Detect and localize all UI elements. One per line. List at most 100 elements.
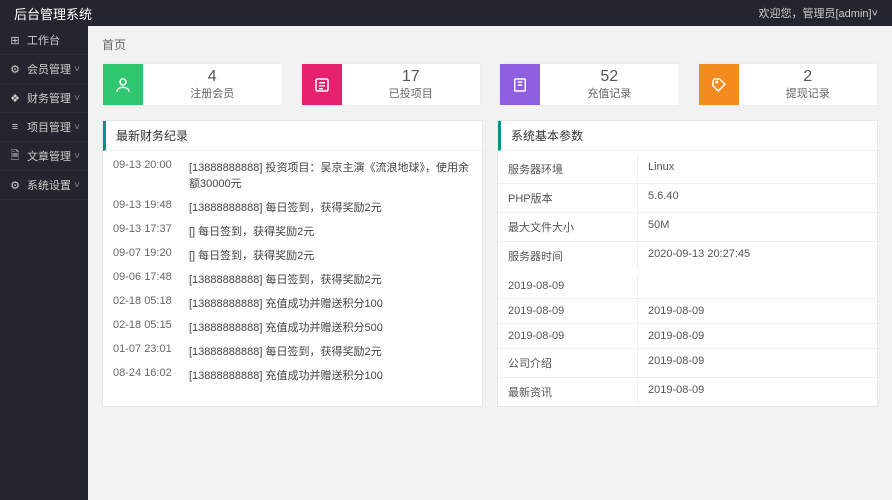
system-row: 服务器环境Linux [498,155,877,184]
system-value: 50M [638,213,877,241]
finance-text: [13888888888] 投资项目：吴京主演《流浪地球》，使用余额30000元 [173,159,472,191]
stat-card-0[interactable]: 4注册会员 [102,63,283,106]
sidebar-icon: 🗎 [8,149,22,163]
sidebar-icon: ⚙ [8,178,22,192]
finance-row: 08-24 16:02[13888888888] 充值成功并赠送积分100 [103,363,482,387]
stat-label: 提现记录 [786,85,830,101]
system-key: 服务器环境 [498,155,638,183]
extra-left: 公司介绍 [498,349,638,377]
finance-time: 08-24 16:02 [113,367,173,383]
stat-body: 52充值记录 [540,64,679,105]
system-key: PHP版本 [498,184,638,212]
finance-time: 09-13 20:00 [113,159,173,191]
user-menu[interactable]: 欢迎您，管理员[admin]˅ [758,5,878,21]
sidebar-icon: ❖ [8,91,22,105]
extra-left: 2019-08-09 [498,299,638,323]
stat-card-1[interactable]: 17已投项目 [301,63,482,106]
main-content: 首页 4注册会员 17已投项目 52充值记录 2提现记录 最新财务纪录 09-13 2… [88,26,892,500]
finance-text: [13888888888] 每日签到，获得奖励2元 [173,199,472,215]
stat-number: 2 [803,68,812,86]
finance-row: 09-13 19:48[13888888888] 每日签到，获得奖励2元 [103,195,482,219]
finance-time: 09-06 17:48 [113,271,173,287]
stat-label: 已投项目 [389,85,433,101]
extra-right [638,274,877,298]
finance-text: [13888888888] 充值成功并赠送积分500 [173,319,472,335]
chevron-down-icon: ˅ [74,64,80,75]
sidebar-item-label: 会员管理 [27,61,71,77]
extra-left: 2019-08-09 [498,274,638,298]
finance-row: 09-13 17:37[] 每日签到，获得奖励2元 [103,219,482,243]
system-key: 服务器时间 [498,242,638,270]
system-value: 2020-09-13 20:27:45 [638,242,877,270]
finance-row: 09-06 17:48[13888888888] 每日签到，获得奖励2元 [103,267,482,291]
stat-number: 17 [402,68,420,86]
finance-time: 01-07 23:01 [113,343,173,359]
breadcrumb: 首页 [102,36,878,53]
chevron-down-icon: ˅ [872,8,878,20]
system-row: PHP版本5.6.40 [498,184,877,213]
extra-right: 2019-08-09 [638,378,877,406]
stat-card-3[interactable]: 2提现记录 [698,63,879,106]
sidebar-item-5[interactable]: ⚙ 系统设置˅ [0,171,88,200]
sidebar-item-2[interactable]: ❖财务管理˅ [0,84,88,113]
finance-text: [13888888888] 每日签到，获得奖励2元 [173,343,472,359]
finance-row: 09-13 20:00[13888888888] 投资项目：吴京主演《流浪地球》… [103,155,482,195]
extra-left: 最新资讯 [498,378,638,406]
sidebar-icon: ⊞ [8,33,22,47]
sidebar-item-4[interactable]: 🗎 文章管理˅ [0,142,88,171]
extra-right: 2019-08-09 [638,349,877,377]
finance-row: 09-07 19:20[] 每日签到，获得奖励2元 [103,243,482,267]
sidebar-item-label: 财务管理 [27,90,71,106]
finance-panel-title: 最新财务纪录 [103,121,482,151]
sidebar-item-label: 项目管理 [27,119,71,135]
finance-row: 02-18 05:18[13888888888] 充值成功并赠送积分100 [103,291,482,315]
sidebar-icon: ⚙ [8,62,22,76]
system-panel-title: 系统基本参数 [498,121,877,151]
chevron-down-icon: ˅ [74,151,80,162]
system-key: 最大文件大小 [498,213,638,241]
finance-row: 02-18 05:15[13888888888] 充值成功并赠送积分500 [103,315,482,339]
panels: 最新财务纪录 09-13 20:00[13888888888] 投资项目：吴京主… [102,120,878,407]
finance-panel: 最新财务纪录 09-13 20:00[13888888888] 投资项目：吴京主… [102,120,483,407]
finance-time: 02-18 05:15 [113,319,173,335]
sidebar-item-label: 工作台 [27,32,60,48]
extra-row: 2019-08-09 [498,274,877,299]
chevron-down-icon: ˅ [74,122,80,133]
system-row: 服务器时间2020-09-13 20:27:45 [498,242,877,270]
stat-body: 17已投项目 [342,64,481,105]
finance-text: [] 每日签到，获得奖励2元 [173,223,472,239]
stat-label: 注册会员 [190,85,234,101]
system-panel: 系统基本参数 服务器环境LinuxPHP版本5.6.40最大文件大小50M服务器… [497,120,878,407]
extra-right: 2019-08-09 [638,299,877,323]
finance-row: 01-07 23:01[13888888888] 每日签到，获得奖励2元 [103,339,482,363]
sidebar-item-label: 系统设置 [27,177,71,193]
system-body: 服务器环境LinuxPHP版本5.6.40最大文件大小50M服务器时间2020-… [498,151,877,274]
sidebar-item-3[interactable]: ≡项目管理˅ [0,113,88,142]
chevron-down-icon: ˅ [74,180,80,191]
finance-text: [13888888888] 充值成功并赠送积分100 [173,295,472,311]
extra-row: 2019-08-092019-08-09 [498,324,877,349]
user-icon [103,64,143,105]
stat-label: 充值记录 [587,85,631,101]
extra-row: 公司介绍2019-08-09 [498,349,877,378]
stat-card-2[interactable]: 52充值记录 [499,63,680,106]
app-title: 后台管理系统 [14,4,92,23]
finance-time: 09-07 19:20 [113,247,173,263]
sidebar-item-0[interactable]: ⊞ 工作台 [0,26,88,55]
finance-body: 09-13 20:00[13888888888] 投资项目：吴京主演《流浪地球》… [103,151,482,391]
extra-row: 最新资讯2019-08-09 [498,378,877,406]
stat-number: 4 [208,68,217,86]
system-row: 最大文件大小50M [498,213,877,242]
stat-number: 52 [600,68,618,86]
finance-time: 09-13 19:48 [113,199,173,215]
tag-icon [699,64,739,105]
finance-text: [] 每日签到，获得奖励2元 [173,247,472,263]
sidebar-item-1[interactable]: ⚙ 会员管理˅ [0,55,88,84]
system-value: Linux [638,155,877,183]
stat-body: 2提现记录 [739,64,878,105]
sidebar-item-label: 文章管理 [27,148,71,164]
note-icon [500,64,540,105]
finance-time: 09-13 17:37 [113,223,173,239]
user-text: 欢迎您，管理员[admin] [758,8,871,20]
finance-time: 02-18 05:18 [113,295,173,311]
